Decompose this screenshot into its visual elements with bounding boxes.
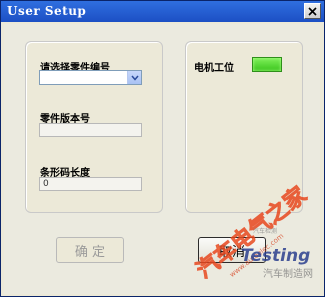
close-button[interactable] xyxy=(304,3,321,19)
window-title: User Setup xyxy=(7,4,87,18)
version-field[interactable] xyxy=(39,123,142,137)
ok-button-label: 确 定 xyxy=(74,244,106,260)
title-bar[interactable]: User Setup xyxy=(1,1,324,22)
motor-status-indicator xyxy=(252,57,282,72)
ok-button[interactable]: 确 定 xyxy=(56,237,124,263)
close-icon xyxy=(308,6,317,16)
chevron-down-icon xyxy=(130,75,139,81)
dialog-body: 请选择零件编号 零件版本号 条形码长度 0 电机工位 确 定 取消 xyxy=(4,24,320,294)
cancel-button[interactable]: 取消 xyxy=(198,237,266,263)
part-number-select[interactable] xyxy=(39,70,142,85)
motor-station-label: 电机工位 xyxy=(194,63,234,74)
dropdown-button[interactable] xyxy=(127,71,141,84)
user-setup-window: User Setup 请选择零件编号 零件版本号 条形码长度 0 电机工位 确 … xyxy=(0,0,325,297)
barcode-length-field[interactable]: 0 xyxy=(39,177,142,191)
cancel-button-label: 取消 xyxy=(218,244,245,260)
part-number-value xyxy=(40,79,43,89)
